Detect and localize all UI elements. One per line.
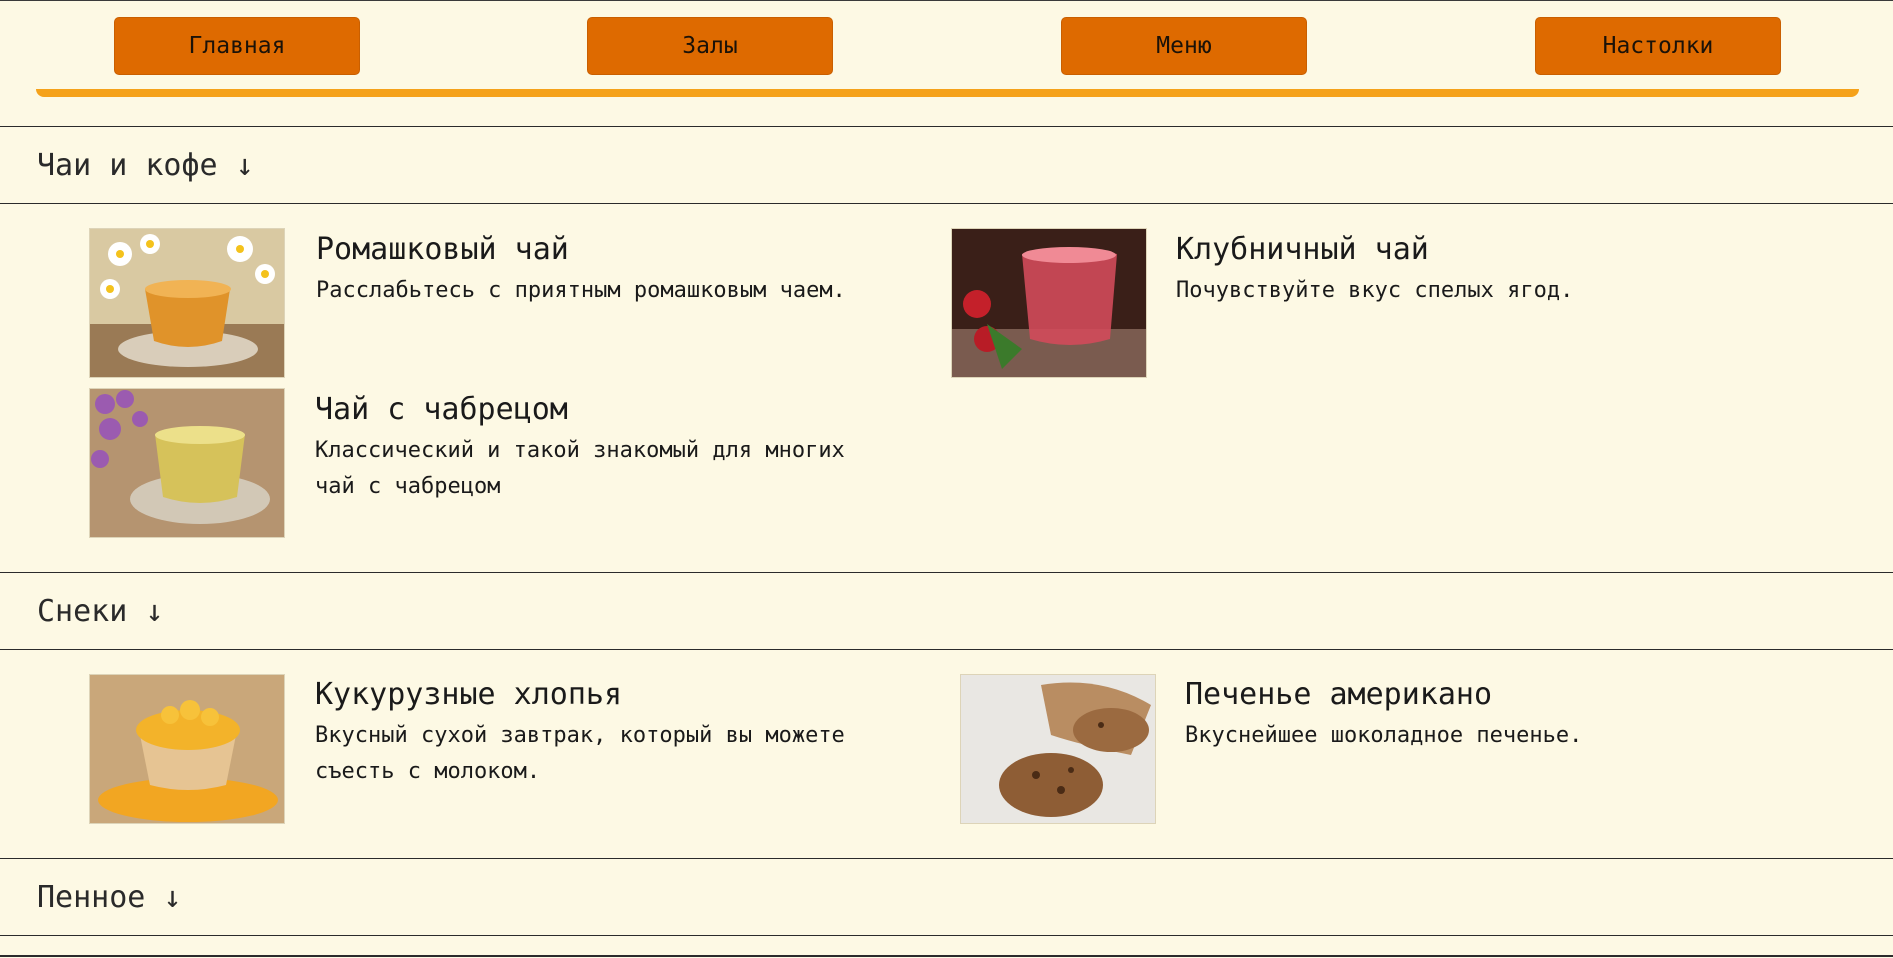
item-description: Вкусный сухой завтрак, который вы можете… (315, 723, 845, 784)
item-title: Клубничный чай (1176, 232, 1429, 267)
section-header-beer[interactable]: Пенное ↓ (0, 858, 1893, 936)
section-title: Чаи и кофе (37, 147, 218, 183)
section-header-snacks[interactable]: Снеки ↓ (0, 572, 1893, 650)
strawberry-tea-image (951, 228, 1147, 378)
section-header-tea-coffee[interactable]: Чаи и кофе ↓ (0, 126, 1893, 204)
arrow-down-icon: ↓ (145, 593, 164, 629)
chamomile-tea-image (89, 228, 285, 378)
menu-item-thyme[interactable]: Чай с чабрецом Классический и такой знак… (89, 388, 909, 538)
item-title: Кукурузные хлопья (315, 677, 623, 712)
nav-halls-button[interactable]: Залы (587, 17, 833, 75)
item-description: Классический и такой знакомый для многих… (315, 438, 845, 499)
menu-item-chamomile[interactable]: Ромашковый чай Расслабьтесь с приятным р… (89, 228, 909, 378)
item-title: Ромашковый чай (316, 232, 569, 267)
accent-divider (36, 89, 1859, 97)
item-title: Чай с чабрецом (315, 392, 568, 427)
section-title: Снеки (37, 593, 128, 629)
nav-menu-button[interactable]: Меню (1061, 17, 1307, 75)
bottom-divider (0, 955, 1893, 957)
top-navigation: Главная Залы Меню Настолки (0, 0, 1893, 98)
menu-item-strawberry[interactable]: Клубничный чай Почувствуйте вкус спелых … (951, 228, 1771, 378)
corn-flakes-image (89, 674, 285, 824)
item-description: Почувствуйте вкус спелых ягод. (1176, 278, 1574, 303)
arrow-down-icon: ↓ (235, 147, 254, 183)
nav-boardgames-button[interactable]: Настолки (1535, 17, 1781, 75)
thyme-tea-image (89, 388, 285, 538)
item-description: Вкуснейшее шоколадное печенье. (1185, 723, 1583, 748)
item-title: Печенье американо (1185, 677, 1493, 712)
item-description: Расслабьтесь с приятным ромашковым чаем. (316, 278, 846, 303)
section-title: Пенное (37, 879, 146, 915)
menu-item-cookies[interactable]: Печенье американо Вкуснейшее шоколадное … (960, 674, 1780, 824)
menu-item-corn-flakes[interactable]: Кукурузные хлопья Вкусный сухой завтрак,… (89, 674, 909, 824)
cookies-image (960, 674, 1156, 824)
arrow-down-icon: ↓ (163, 879, 182, 915)
nav-home-button[interactable]: Главная (114, 17, 360, 75)
